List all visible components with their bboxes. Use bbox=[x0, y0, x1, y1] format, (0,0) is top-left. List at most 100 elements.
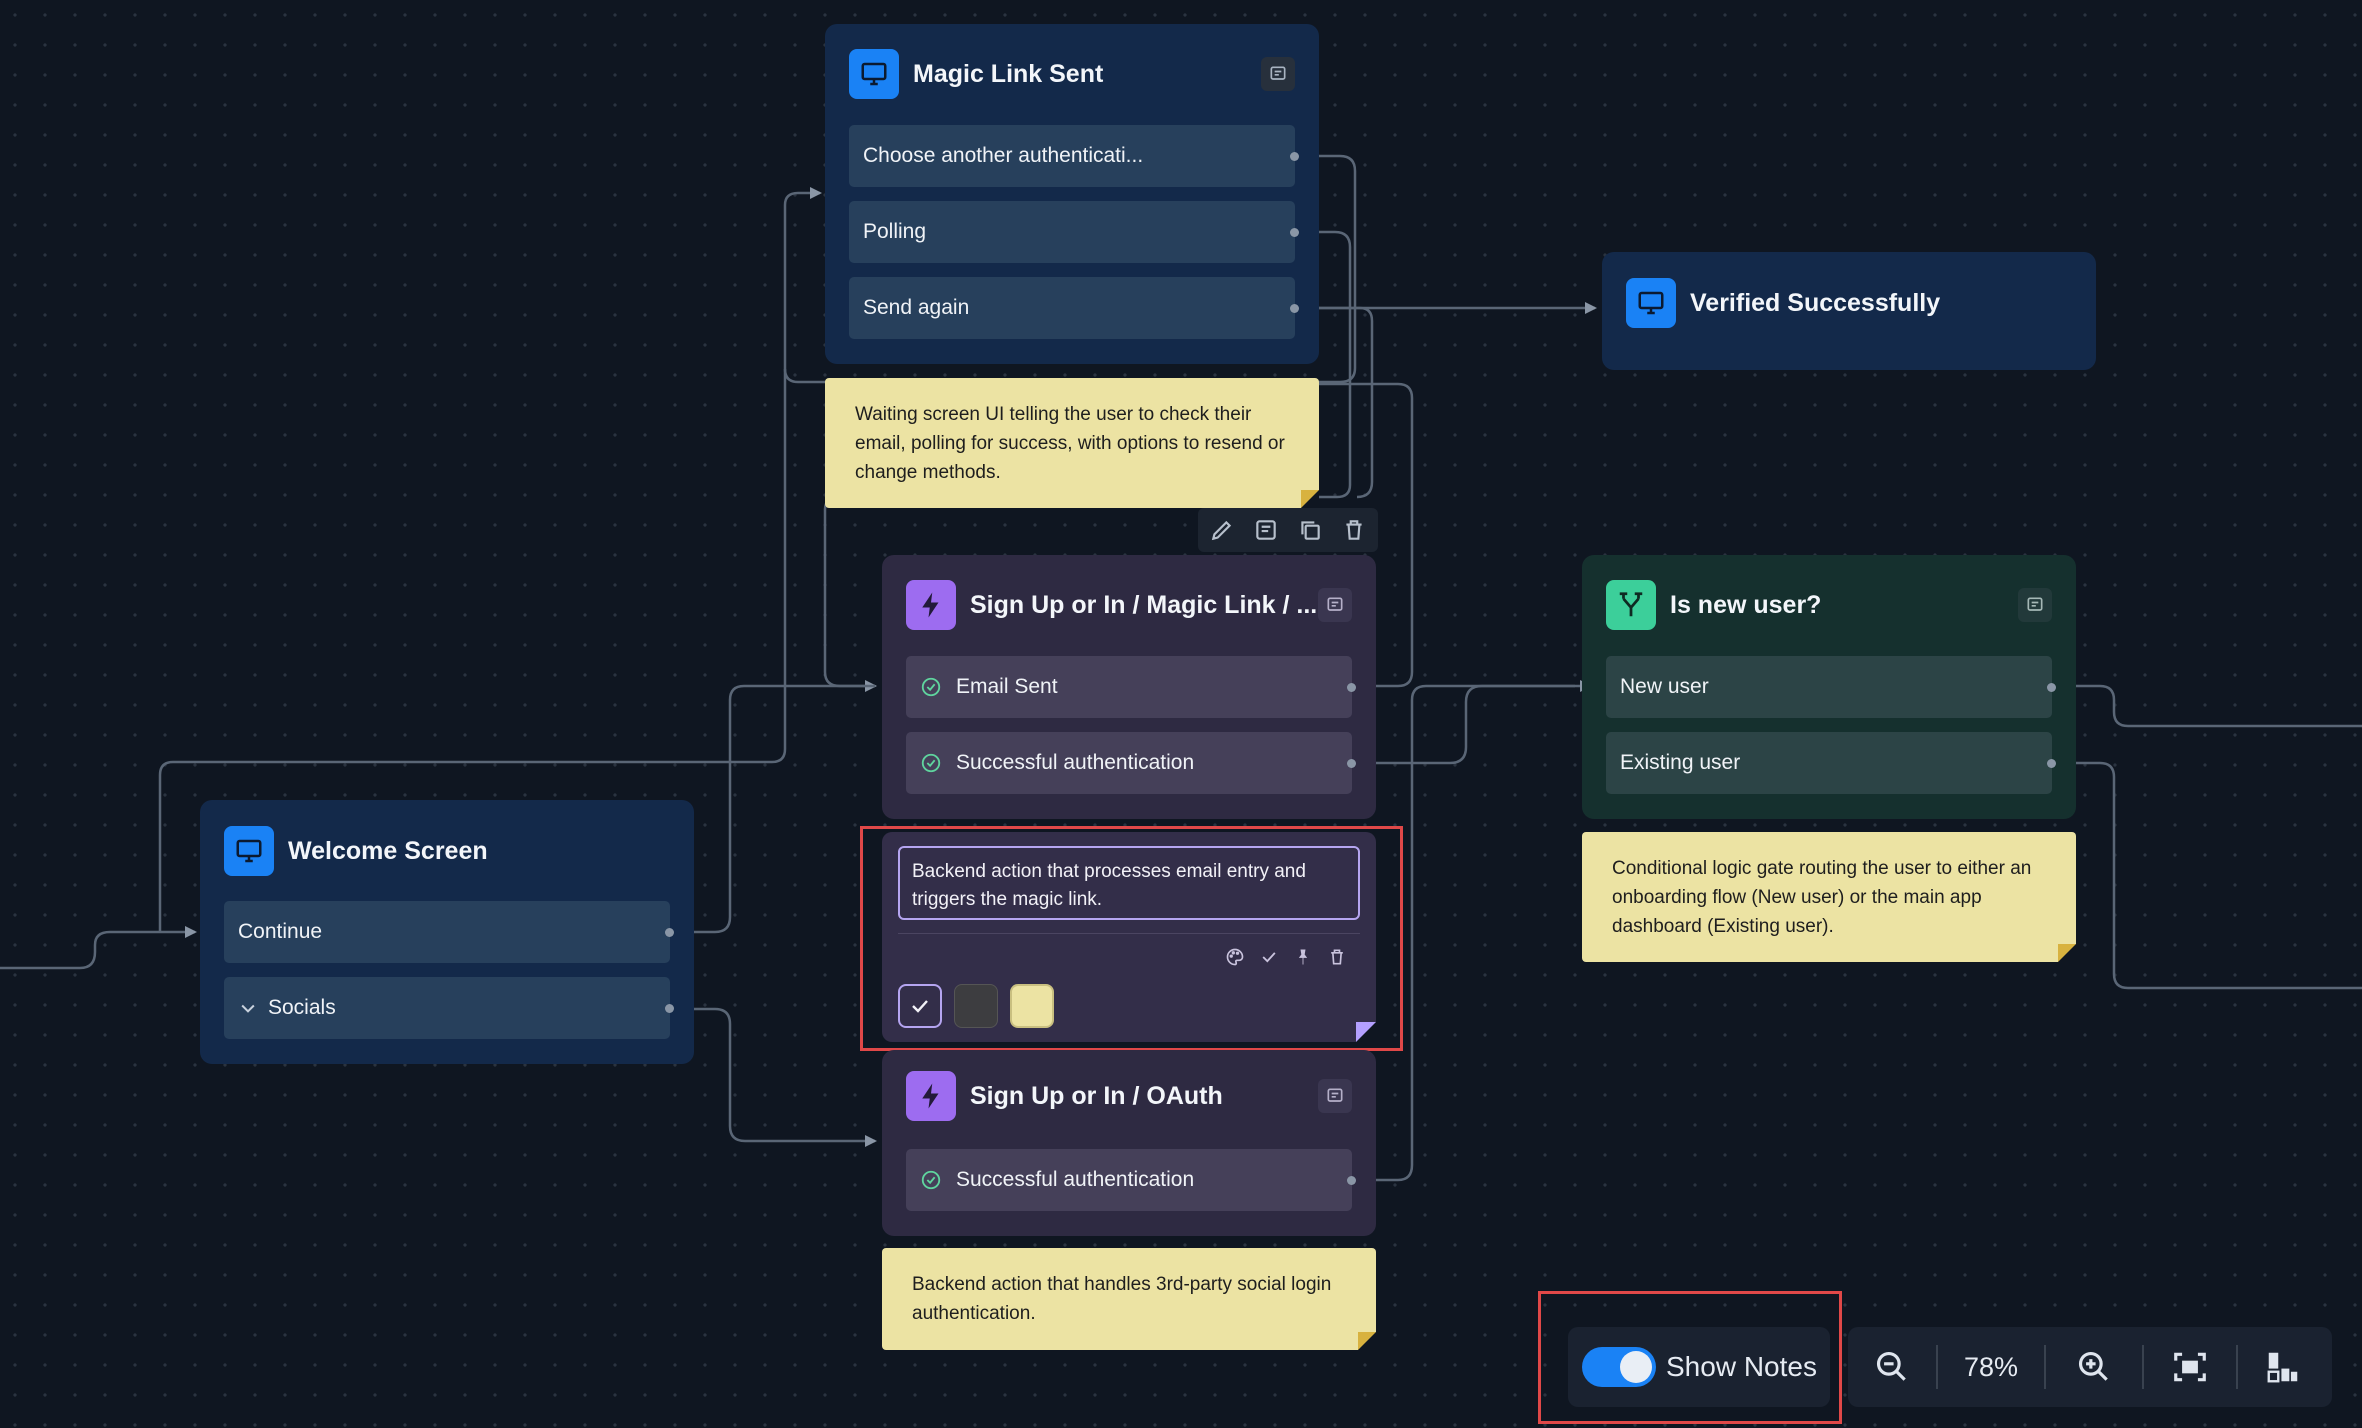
node-header: Sign Up or In / Magic Link / ... bbox=[906, 579, 1352, 631]
zoom-out-button[interactable] bbox=[1848, 1327, 1936, 1407]
check-icon bbox=[912, 1000, 928, 1013]
node-verified-successfully[interactable]: Verified Successfully bbox=[1602, 252, 2096, 370]
note-is-new-user[interactable]: Conditional logic gate routing the user … bbox=[1582, 832, 2076, 962]
output-port[interactable] bbox=[665, 928, 674, 937]
row-label: Polling bbox=[863, 220, 927, 243]
fit-view-button[interactable] bbox=[2144, 1327, 2236, 1407]
duplicate-icon[interactable] bbox=[1292, 512, 1328, 548]
note-fold bbox=[1356, 1022, 1376, 1042]
pin-icon[interactable] bbox=[1292, 946, 1314, 968]
note-text-input[interactable]: Backend action that processes email entr… bbox=[898, 846, 1360, 920]
auto-layout-icon bbox=[2267, 1352, 2298, 1383]
row-send-again[interactable]: Send again bbox=[849, 277, 1299, 339]
auto-layout-button[interactable] bbox=[2238, 1327, 2328, 1407]
node-header: Verified Successfully bbox=[1626, 277, 2072, 329]
row-successful-authentication[interactable]: Successful authentication bbox=[906, 1149, 1356, 1211]
edge-socials-to-oauth bbox=[670, 1007, 877, 1147]
output-port[interactable] bbox=[2047, 759, 2056, 768]
trash-icon[interactable] bbox=[1326, 946, 1348, 968]
note-magic-link-sent[interactable]: Waiting screen UI telling the user to ch… bbox=[825, 378, 1319, 508]
trash-icon[interactable] bbox=[1336, 512, 1372, 548]
output-port[interactable] bbox=[1290, 152, 1299, 161]
output-port[interactable] bbox=[1347, 759, 1356, 768]
row-new-user[interactable]: New user bbox=[1606, 656, 2056, 718]
output-port[interactable] bbox=[665, 1004, 674, 1013]
lightning-icon bbox=[906, 1071, 956, 1121]
show-notes-toggle[interactable] bbox=[1582, 1347, 1656, 1387]
row-label: New user bbox=[1620, 675, 1709, 698]
row-label: Continue bbox=[238, 920, 323, 943]
note-divider bbox=[898, 933, 1360, 934]
palette-icon[interactable] bbox=[1224, 946, 1246, 968]
row-successful-authentication[interactable]: Successful authentication bbox=[906, 732, 1356, 794]
row-socials[interactable]: Socials bbox=[224, 977, 674, 1039]
add-note-icon[interactable] bbox=[1261, 57, 1295, 91]
node-title: Welcome Screen bbox=[288, 836, 488, 865]
row-label: Send again bbox=[863, 296, 970, 319]
node-sign-up-magic-link[interactable]: Sign Up or In / Magic Link / ... Email S… bbox=[882, 555, 1376, 819]
toggle-knob bbox=[1620, 1351, 1652, 1383]
edge-oauth-success bbox=[1352, 684, 1575, 1182]
row-choose-another[interactable]: Choose another authenticati... bbox=[849, 125, 1299, 187]
node-header: Is new user? bbox=[1606, 579, 2052, 631]
output-port[interactable] bbox=[1290, 228, 1299, 237]
row-label: Existing user bbox=[1620, 751, 1741, 774]
node-magic-link-sent[interactable]: Magic Link Sent Choose another authentic… bbox=[825, 24, 1319, 364]
note-icon[interactable] bbox=[1248, 512, 1284, 548]
node-title: Verified Successfully bbox=[1690, 288, 1941, 317]
edge-success-to-is-new-user bbox=[1352, 680, 1592, 765]
row-label: Socials bbox=[268, 996, 336, 1019]
node-header: Welcome Screen bbox=[224, 825, 670, 877]
output-port[interactable] bbox=[1347, 683, 1356, 692]
color-swatch-yellow[interactable] bbox=[1010, 984, 1054, 1028]
fit-view-icon bbox=[2174, 1352, 2206, 1382]
add-note-icon[interactable] bbox=[1318, 588, 1352, 622]
color-swatch-selected[interactable] bbox=[898, 984, 942, 1028]
check-circle-icon bbox=[921, 677, 941, 697]
monitor-icon bbox=[1626, 278, 1676, 328]
monitor-icon bbox=[849, 49, 899, 99]
output-port[interactable] bbox=[1290, 304, 1299, 313]
note-fold bbox=[1301, 490, 1319, 508]
output-port[interactable] bbox=[1347, 1176, 1356, 1185]
check-icon[interactable] bbox=[1258, 946, 1280, 968]
node-header: Magic Link Sent bbox=[849, 48, 1295, 100]
node-title: Sign Up or In / OAuth bbox=[970, 1081, 1223, 1110]
add-note-icon[interactable] bbox=[1318, 1079, 1352, 1113]
zoom-level: 78% bbox=[1938, 1327, 2044, 1407]
zoom-in-button[interactable] bbox=[2046, 1327, 2142, 1407]
row-continue[interactable]: Continue bbox=[224, 901, 674, 963]
show-notes-label: Show Notes bbox=[1666, 1351, 1817, 1382]
note-editor-actions bbox=[1224, 946, 1348, 968]
node-sign-up-oauth[interactable]: Sign Up or In / OAuth Successful authent… bbox=[882, 1050, 1376, 1236]
node-header: Sign Up or In / OAuth bbox=[906, 1070, 1352, 1122]
row-existing-user[interactable]: Existing user bbox=[1606, 732, 2056, 794]
zoom-out-icon bbox=[1876, 1351, 1906, 1381]
node-toolbar bbox=[1198, 508, 1378, 552]
node-title: Is new user? bbox=[1670, 590, 1822, 619]
zoom-in-icon bbox=[2078, 1351, 2108, 1381]
note-sign-up-oauth[interactable]: Backend action that handles 3rd-party so… bbox=[882, 1248, 1376, 1350]
edge-existing-user-out bbox=[2050, 761, 2362, 990]
color-swatch-dark[interactable] bbox=[954, 984, 998, 1028]
check-circle-icon bbox=[921, 753, 941, 773]
note-editor[interactable]: Backend action that processes email entr… bbox=[882, 832, 1376, 1042]
edge-continue-to-sign-up-magic bbox=[670, 680, 877, 934]
lightning-icon bbox=[906, 580, 956, 630]
row-label: Successful authentication bbox=[956, 751, 1195, 774]
node-welcome-screen[interactable]: Welcome Screen Continue Socials bbox=[200, 800, 694, 1064]
zoom-controls: 78% bbox=[1848, 1327, 2332, 1407]
row-email-sent[interactable]: Email Sent bbox=[906, 656, 1356, 718]
row-polling[interactable]: Polling bbox=[849, 201, 1299, 263]
note-text: Conditional logic gate routing the user … bbox=[1612, 858, 2032, 937]
row-label: Choose another authenticati... bbox=[863, 144, 1144, 167]
add-note-icon[interactable] bbox=[2018, 588, 2052, 622]
note-text: Waiting screen UI telling the user to ch… bbox=[855, 404, 1285, 483]
edge-entry-to-welcome bbox=[0, 926, 197, 970]
zoom-value: 78% bbox=[1963, 1351, 2019, 1382]
node-is-new-user[interactable]: Is new user? New user Existing user bbox=[1582, 555, 2076, 819]
node-title: Sign Up or In / Magic Link / ... bbox=[970, 590, 1318, 619]
chevron-down-icon[interactable] bbox=[238, 998, 258, 1018]
pencil-icon[interactable] bbox=[1204, 512, 1240, 548]
output-port[interactable] bbox=[2047, 683, 2056, 692]
